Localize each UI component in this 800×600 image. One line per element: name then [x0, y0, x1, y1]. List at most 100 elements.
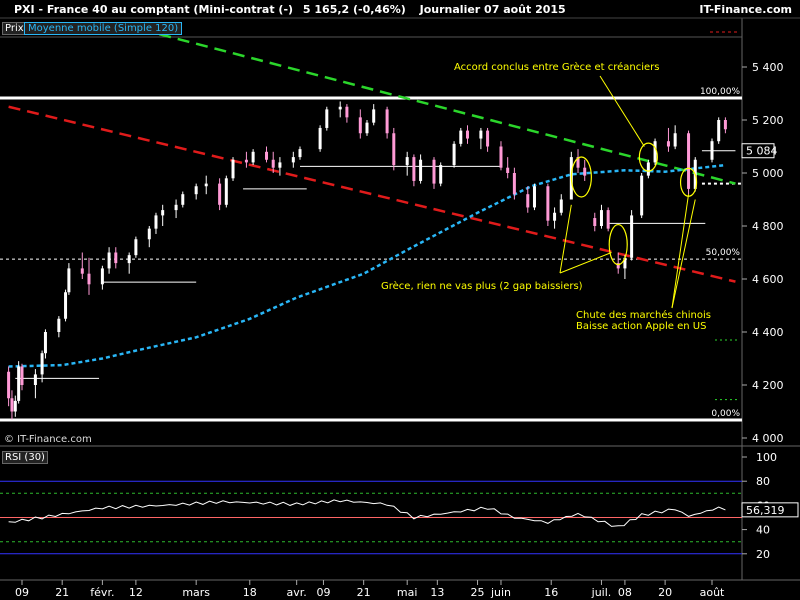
x-axis-tick-label: 12 — [129, 586, 143, 599]
header-last-change: 5 165,2 (-0,46%) — [302, 3, 406, 16]
price-axis-tick-label: 4 800 — [752, 220, 784, 233]
candle-body — [687, 133, 691, 189]
candle-body — [583, 167, 587, 176]
x-axis-tick-label: 08 — [618, 586, 632, 599]
price-axis-tick-label: 4 000 — [752, 432, 784, 445]
x-axis-tick-label: févr. — [90, 586, 114, 599]
candle-body — [100, 268, 104, 285]
current-price-label: 5 084 — [746, 145, 778, 158]
candle-body — [526, 194, 530, 208]
price-axis-tick-label: 5 200 — [752, 114, 784, 127]
x-axis-tick-label: juil. — [591, 586, 612, 599]
candle-body — [298, 149, 302, 158]
price-axis-tick-label: 4 400 — [752, 326, 784, 339]
rsi-axis-tick-label: 20 — [756, 548, 770, 561]
x-axis-tick-label: août — [700, 586, 725, 599]
candle-body — [67, 268, 71, 293]
fibonacci-label: 0,00% — [711, 409, 740, 419]
annotation-apple: Baisse action Apple en US — [576, 321, 707, 332]
candle-body — [499, 146, 503, 168]
x-axis-tick-label: avr. — [287, 586, 307, 599]
candle-body — [107, 252, 111, 269]
candle-body — [486, 130, 490, 147]
x-axis-tick-label: 25 — [471, 586, 485, 599]
candle-body — [606, 210, 610, 229]
header-period-date: Journalier 07 août 2015 — [419, 3, 566, 16]
candle-body — [392, 133, 396, 166]
candle-body — [64, 292, 68, 319]
candle-body — [506, 167, 510, 173]
candle-body — [432, 159, 436, 184]
candle-body — [385, 109, 389, 134]
header-title-text: - France 40 au comptant (Mini-contrat (-… — [38, 3, 294, 16]
price-panel-label: Prix — [2, 22, 27, 35]
candle-body — [57, 318, 61, 332]
price-axis-tick-label: 4 200 — [752, 379, 784, 392]
rsi-axis-tick-label: 100 — [756, 451, 777, 464]
candle-body — [43, 332, 47, 354]
candle-body — [161, 210, 165, 216]
candle-body — [459, 130, 463, 144]
x-axis-tick-label: 09 — [15, 586, 29, 599]
x-axis-tick-label: 13 — [430, 586, 444, 599]
candle-body — [224, 178, 228, 205]
candle-body — [646, 162, 650, 176]
candle-body — [7, 371, 11, 399]
candle-body — [127, 255, 131, 264]
candle-body — [147, 228, 151, 240]
candle-body — [194, 186, 198, 195]
annotation-grece: Grèce, rien ne vas plus (2 gap baissiers… — [381, 281, 583, 292]
candle-body — [372, 109, 376, 123]
candle-body — [439, 165, 443, 184]
candle-body — [599, 210, 603, 226]
candle-body — [231, 159, 235, 179]
x-axis-tick-label: 18 — [243, 586, 257, 599]
x-axis-tick-label: mars — [182, 586, 210, 599]
candle-body — [338, 106, 342, 110]
rsi-panel-label: RSI (30) — [2, 451, 48, 464]
candle-body — [174, 204, 178, 211]
candle-body — [479, 130, 483, 139]
candle-body — [80, 268, 84, 274]
price-axis-tick-label: 5 000 — [752, 167, 784, 180]
candle-body — [33, 374, 37, 385]
candle-body — [405, 157, 409, 166]
candle-body — [271, 159, 275, 168]
candle-body — [154, 215, 158, 229]
candle-body — [134, 239, 138, 256]
candle-body — [17, 366, 21, 401]
x-axis-tick-label: juin — [490, 586, 511, 599]
candle-body — [291, 157, 295, 163]
candle-body — [452, 143, 456, 166]
x-axis-tick-label: 09 — [316, 586, 330, 599]
candle-body — [717, 120, 721, 142]
candle-body — [13, 400, 17, 412]
x-axis-tick-label: 21 — [55, 586, 69, 599]
candle-body — [358, 117, 362, 134]
x-axis-tick-label: 20 — [658, 586, 672, 599]
candle-body — [181, 194, 185, 205]
candle-body — [630, 215, 634, 258]
header-symbol: PXI — [14, 3, 35, 16]
candle-body — [546, 186, 550, 221]
candle-body — [251, 151, 255, 163]
header-title: PXI - France 40 au comptant (Mini-contra… — [14, 3, 566, 16]
candle-body — [532, 186, 536, 208]
price-axis-tick-label: 5 400 — [752, 61, 784, 74]
header-site: IT-Finance.com — [699, 3, 792, 16]
candle-body — [559, 199, 563, 213]
rsi-axis-tick-label: 80 — [756, 475, 770, 488]
candle-body — [345, 106, 349, 118]
candle-body — [723, 120, 727, 130]
candle-body — [673, 133, 677, 147]
candle-body — [218, 183, 222, 205]
x-axis-tick-label: 21 — [357, 586, 371, 599]
candle-body — [553, 212, 557, 221]
rsi-axis-tick-label: 40 — [756, 524, 770, 537]
candle-body — [318, 127, 322, 150]
candle-body — [710, 141, 714, 160]
candle-body — [365, 122, 369, 134]
price-axis-tick-label: 4 600 — [752, 273, 784, 286]
annotation-accord: Accord conclus entre Grèce et créanciers — [454, 62, 660, 73]
chart-background — [0, 0, 800, 600]
